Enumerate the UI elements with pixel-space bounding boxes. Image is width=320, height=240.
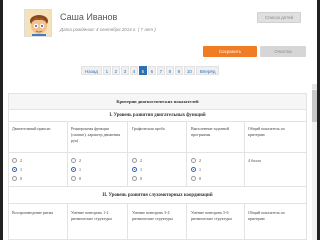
children-list-button[interactable]: Список детей <box>257 12 301 23</box>
section-1-title: I. Уровень развития двигательных функций <box>109 113 206 118</box>
scroll-up-arrow-icon[interactable] <box>312 84 317 89</box>
header-rhythm-reproduction: Воспроизведение ритма <box>12 210 54 215</box>
pagination-next[interactable]: Вперёд <box>195 66 220 75</box>
radio-label: 0 <box>20 176 22 181</box>
pagination-prev[interactable]: Назад <box>81 66 102 75</box>
scroll-thumb[interactable] <box>312 90 317 122</box>
radio-label: 0 <box>140 176 142 181</box>
divider <box>8 203 307 204</box>
radio-praxis-2[interactable] <box>12 158 17 163</box>
radio-label: 2 <box>79 158 81 163</box>
date-of-birth: Дата рождения: 4 сентября 2014 г. ( 7 ле… <box>60 27 156 32</box>
header-program-execution: Выполнение заданной программы <box>191 126 229 137</box>
header-rhythm-5-6: Умение повторить 5-6 ритмические структу… <box>191 210 232 221</box>
child-name: Саша Иванов <box>60 12 118 22</box>
radio-reciprocal-0[interactable] <box>71 176 76 181</box>
header-total-score-2: Общий показатель по критерию <box>248 210 285 221</box>
page-6[interactable]: 6 <box>147 66 156 75</box>
header-rhythm-3-4: Умение повторить 3-4 ритмические структу… <box>132 210 173 221</box>
scrollbar[interactable] <box>312 84 317 240</box>
radio-label: 1 <box>20 167 22 172</box>
header-rhythm-1-2: Умение повторить 1-2 ритмические структу… <box>71 210 112 221</box>
column-divider <box>186 121 187 186</box>
page-4[interactable]: 4 <box>129 66 138 75</box>
radio-label: 1 <box>79 167 81 172</box>
radio-label: 0 <box>79 176 81 181</box>
page-10[interactable]: 10 <box>183 66 195 75</box>
column-divider <box>244 121 245 186</box>
save-button[interactable]: Сохранить <box>203 46 257 57</box>
radio-graphic-2[interactable] <box>132 158 137 163</box>
column-divider <box>67 203 68 240</box>
column-divider <box>67 121 68 186</box>
radio-label: 1 <box>140 167 142 172</box>
column-divider <box>244 203 245 240</box>
radio-program-0[interactable] <box>191 176 196 181</box>
radio-reciprocal-1[interactable] <box>71 167 76 172</box>
header-motor-praxis: Двигательный праксис <box>12 126 51 131</box>
page-7[interactable]: 7 <box>156 66 165 75</box>
divider <box>8 152 307 153</box>
radio-label: 1 <box>199 167 201 172</box>
radio-graphic-0[interactable] <box>132 176 137 181</box>
radio-label: 2 <box>140 158 142 163</box>
radio-label: 0 <box>199 176 201 181</box>
page: Саша Иванов Дата рождения: 4 сентября 20… <box>3 0 317 240</box>
header-graphic-test: Графическая проба <box>132 126 165 131</box>
section-2-title: II. Уровень развития слухомоторных коорд… <box>102 193 213 198</box>
clear-button[interactable]: Очистка <box>260 46 306 57</box>
page-8[interactable]: 8 <box>165 66 174 75</box>
section-1-total-score: 4 балла <box>248 158 261 163</box>
table-caption: Критерии диагностических показателей <box>9 94 306 110</box>
radio-label: 2 <box>199 158 201 163</box>
radio-program-1[interactable] <box>191 167 196 172</box>
page-9[interactable]: 9 <box>174 66 183 75</box>
radio-reciprocal-2[interactable] <box>71 158 76 163</box>
divider <box>8 186 307 187</box>
radio-praxis-1[interactable] <box>12 167 17 172</box>
radio-praxis-0[interactable] <box>12 176 17 181</box>
column-divider <box>127 203 128 240</box>
avatar <box>24 9 52 37</box>
header-reciprocal-function: Реципрокная функция (сжатие), характер д… <box>71 126 121 143</box>
header-total-score: Общий показатель по критерию <box>248 126 285 137</box>
column-divider <box>127 121 128 186</box>
page-2[interactable]: 2 <box>111 66 120 75</box>
page-5-active[interactable]: 5 <box>138 66 147 75</box>
page-1[interactable]: 1 <box>102 66 111 75</box>
child-avatar-icon <box>25 10 51 36</box>
radio-program-2[interactable] <box>191 158 196 163</box>
radio-label: 2 <box>20 158 22 163</box>
column-divider <box>186 203 187 240</box>
pagination: Назад 1 2 3 4 5 6 7 8 9 10 Вперёд <box>81 66 220 75</box>
page-3[interactable]: 3 <box>120 66 129 75</box>
radio-graphic-1[interactable] <box>132 167 137 172</box>
divider <box>8 121 307 122</box>
